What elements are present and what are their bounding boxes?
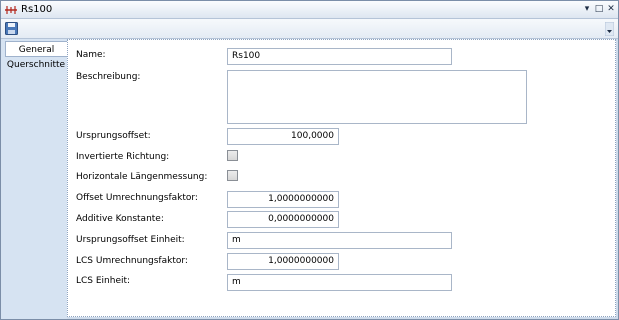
route-icon (5, 6, 17, 14)
toolbar (1, 19, 618, 39)
lcs-factor-label: LCS Umrechnungsfaktor: (76, 256, 188, 266)
offset-factor-label: Offset Umrechnungsfaktor: (76, 193, 198, 203)
minimize-button[interactable]: ▾ (581, 3, 593, 16)
tab-general[interactable]: General (5, 41, 67, 57)
title-bar: Rs100 ▾ □ ✕ (1, 1, 618, 19)
description-field[interactable] (227, 70, 527, 124)
maximize-button[interactable]: □ (593, 3, 605, 16)
origin-offset-field[interactable]: 100,0000 (227, 128, 339, 145)
lcs-unit-field[interactable]: m (227, 274, 452, 291)
sidebar: General Querschnitte (1, 39, 67, 319)
properties-panel: Name: Rs100 Beschreibung: Ursprungsoffse… (67, 39, 616, 317)
save-icon[interactable] (5, 22, 18, 35)
origin-offset-unit-field[interactable]: m (227, 232, 452, 249)
offset-factor-field[interactable]: 1,0000000000 (227, 191, 339, 208)
lcs-factor-field[interactable]: 1,0000000000 (227, 253, 339, 270)
additive-constant-field[interactable]: 0,0000000000 (227, 211, 339, 228)
inverted-direction-checkbox[interactable] (227, 150, 238, 161)
name-label: Name: (76, 50, 106, 60)
horizontal-length-label: Horizontale Längenmessung: (76, 172, 208, 182)
description-label: Beschreibung: (76, 72, 141, 82)
window-title: Rs100 (21, 4, 53, 15)
name-field[interactable]: Rs100 (227, 48, 452, 65)
inverted-direction-label: Invertierte Richtung: (76, 152, 170, 162)
origin-offset-unit-label: Ursprungsoffset Einheit: (76, 235, 185, 245)
tab-querschnitte[interactable]: Querschnitte (5, 57, 67, 73)
lcs-unit-label: LCS Einheit: (76, 276, 131, 286)
origin-offset-label: Ursprungsoffset: (76, 131, 151, 141)
chevron-down-icon[interactable] (605, 22, 614, 36)
editor-window: Rs100 ▾ □ ✕ General Querschnitte Name: R… (0, 0, 619, 320)
close-button[interactable]: ✕ (605, 3, 617, 16)
horizontal-length-checkbox[interactable] (227, 170, 238, 181)
additive-constant-label: Additive Konstante: (76, 214, 164, 224)
